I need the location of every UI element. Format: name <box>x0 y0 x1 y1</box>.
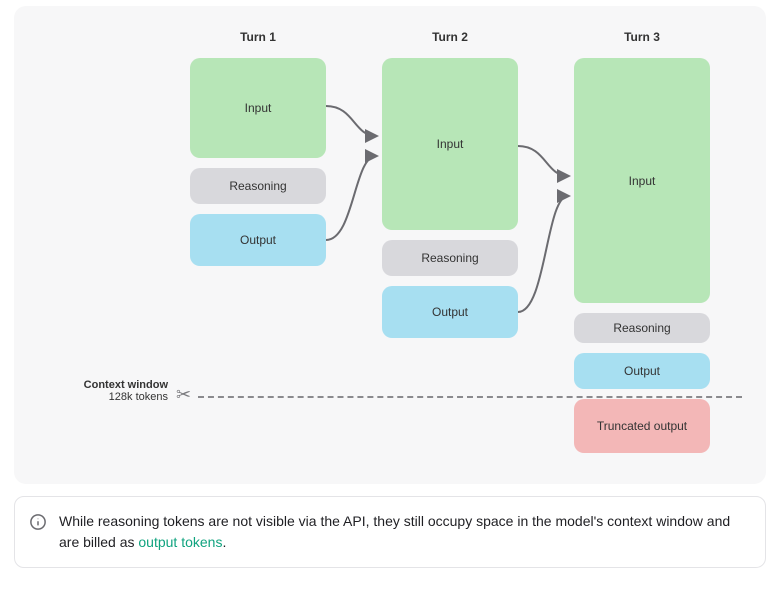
turn2-heading: Turn 2 <box>390 30 510 44</box>
context-window-line <box>198 396 742 398</box>
context-window-diagram: Turn 1 Turn 2 Turn 3 Input Reasoning Out… <box>14 6 766 484</box>
context-window-label-line2: 128k tokens <box>48 391 168 403</box>
turn1-output-block: Output <box>190 214 326 266</box>
turn3-input-block: Input <box>574 58 710 303</box>
turn2-output-block: Output <box>382 286 518 338</box>
scissors-icon: ✂ <box>176 384 191 405</box>
turn3-reasoning-block: Reasoning <box>574 313 710 343</box>
turn3-output-block: Output <box>574 353 710 389</box>
turn1-input-block: Input <box>190 58 326 158</box>
output-tokens-link[interactable]: output tokens <box>138 534 222 550</box>
info-icon <box>29 513 47 537</box>
info-callout: While reasoning tokens are not visible v… <box>14 496 766 568</box>
turn1-heading: Turn 1 <box>198 30 318 44</box>
context-window-label-line1: Context window <box>48 379 168 391</box>
turn1-reasoning-block: Reasoning <box>190 168 326 204</box>
turn3-heading: Turn 3 <box>582 30 702 44</box>
turn3-truncated-block: Truncated output <box>574 399 710 453</box>
context-window-label: Context window 128k tokens <box>48 379 168 403</box>
turn2-reasoning-block: Reasoning <box>382 240 518 276</box>
info-text-after: . <box>222 534 226 550</box>
info-text: While reasoning tokens are not visible v… <box>59 511 747 553</box>
turn2-input-block: Input <box>382 58 518 230</box>
